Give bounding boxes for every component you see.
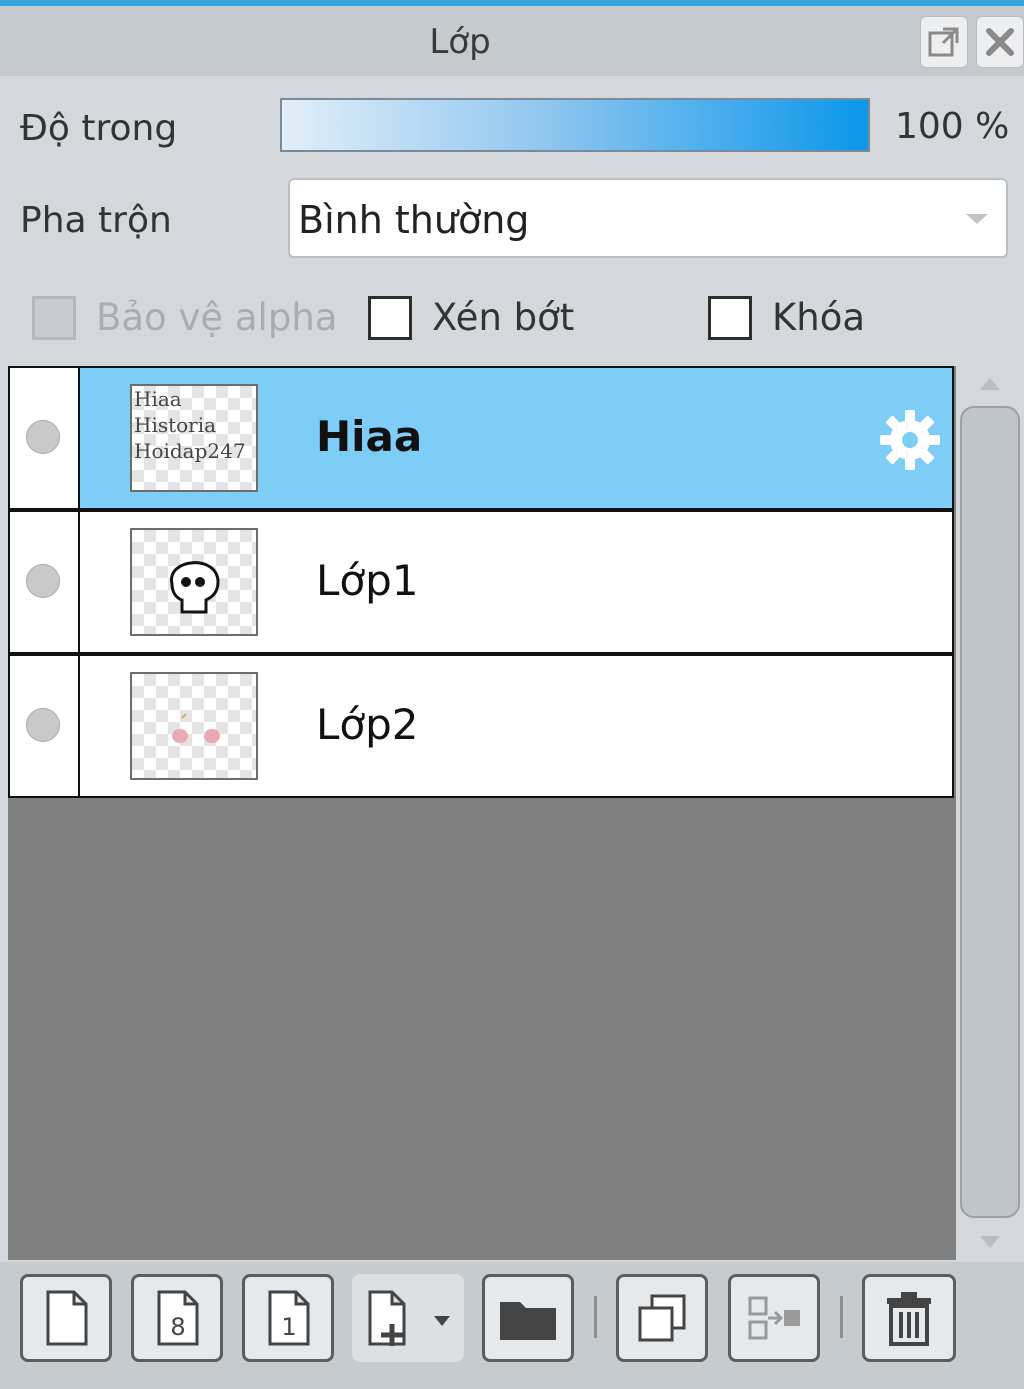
scroll-up-icon[interactable] [980, 378, 1000, 390]
visibility-dot-icon [26, 420, 60, 454]
layer-thumbnail: Hiaa Historia Hoidap247 [130, 384, 258, 492]
merge-icon [748, 1296, 800, 1340]
trash-icon [887, 1292, 931, 1346]
chevron-down-icon [966, 214, 988, 224]
new-1bit-layer-button[interactable]: 1 [242, 1274, 334, 1362]
blank-page-icon [46, 1290, 88, 1346]
scroll-thumb[interactable] [960, 406, 1020, 1218]
new-layer-button[interactable] [20, 1274, 112, 1362]
svg-text:8: 8 [170, 1313, 185, 1341]
svg-text:1: 1 [281, 1313, 296, 1341]
layer-row-lop1[interactable]: Lớp1 [8, 510, 954, 654]
visibility-dot-icon [26, 564, 60, 598]
visibility-toggle[interactable] [10, 512, 80, 652]
close-button[interactable] [976, 16, 1024, 68]
folder-icon [500, 1302, 556, 1340]
page-8-icon: 8 [157, 1290, 199, 1346]
protect-alpha-label: Bảo vệ alpha [96, 296, 338, 339]
lock-label: Khóa [772, 296, 866, 339]
protect-alpha-checkbox[interactable] [32, 296, 76, 340]
pink-blush-icon [172, 713, 220, 743]
gear-icon[interactable] [876, 406, 944, 474]
thumbnail-text: Hiaa Historia Hoidap247 [134, 387, 246, 463]
title-bar: Lớp [0, 6, 1024, 76]
close-icon [986, 28, 1014, 56]
skull-sketch-icon [170, 561, 220, 614]
blend-label: Pha trộn [20, 200, 172, 241]
page-plus-dropdown-icon [368, 1290, 450, 1346]
visibility-dot-icon [26, 708, 60, 742]
layer-panel: Lớp Độ trong 100 % Pha trộn Bình thường … [0, 0, 1024, 1389]
layer-name: Lớp2 [316, 700, 419, 749]
popout-icon [928, 27, 959, 57]
layer-list-scrollbar[interactable] [958, 370, 1020, 1256]
toolbar-divider [840, 1296, 843, 1338]
layer-name: Lớp1 [316, 556, 419, 605]
panel-title: Lớp [429, 22, 491, 62]
blend-mode-value: Bình thường [298, 198, 530, 242]
lock-checkbox[interactable] [708, 296, 752, 340]
layer-list[interactable]: Hiaa Historia Hoidap247 Hiaa Lớp1 Lớp2 [8, 366, 956, 1260]
blend-mode-select[interactable]: Bình thường [288, 178, 1008, 258]
layer-row-hiaa[interactable]: Hiaa Historia Hoidap247 Hiaa [8, 366, 954, 510]
delete-layer-button[interactable] [862, 1274, 956, 1362]
duplicate-layer-button[interactable] [616, 1274, 708, 1362]
merge-down-button[interactable] [728, 1274, 820, 1362]
scroll-down-icon[interactable] [980, 1236, 1000, 1248]
opacity-value: 100 % [895, 106, 1010, 147]
clipping-checkbox[interactable] [368, 296, 412, 340]
clipping-label: Xén bớt [432, 296, 575, 339]
layer-toolbar: 8 1 [0, 1262, 1024, 1389]
visibility-toggle[interactable] [10, 656, 80, 796]
duplicate-icon [638, 1294, 686, 1342]
page-1-icon: 1 [268, 1290, 310, 1346]
layer-thumbnail [130, 528, 258, 636]
new-8bit-layer-button[interactable]: 8 [131, 1274, 223, 1362]
add-layer-menu-button[interactable] [352, 1274, 464, 1362]
layer-row-lop2[interactable]: Lớp2 [8, 654, 954, 798]
popout-button[interactable] [920, 16, 968, 68]
layer-name: Hiaa [316, 412, 423, 461]
new-folder-button[interactable] [482, 1274, 574, 1362]
visibility-toggle[interactable] [10, 368, 80, 508]
opacity-slider[interactable] [280, 98, 870, 152]
layer-thumbnail [130, 672, 258, 780]
opacity-label: Độ trong [20, 108, 178, 149]
toolbar-divider [594, 1296, 597, 1338]
